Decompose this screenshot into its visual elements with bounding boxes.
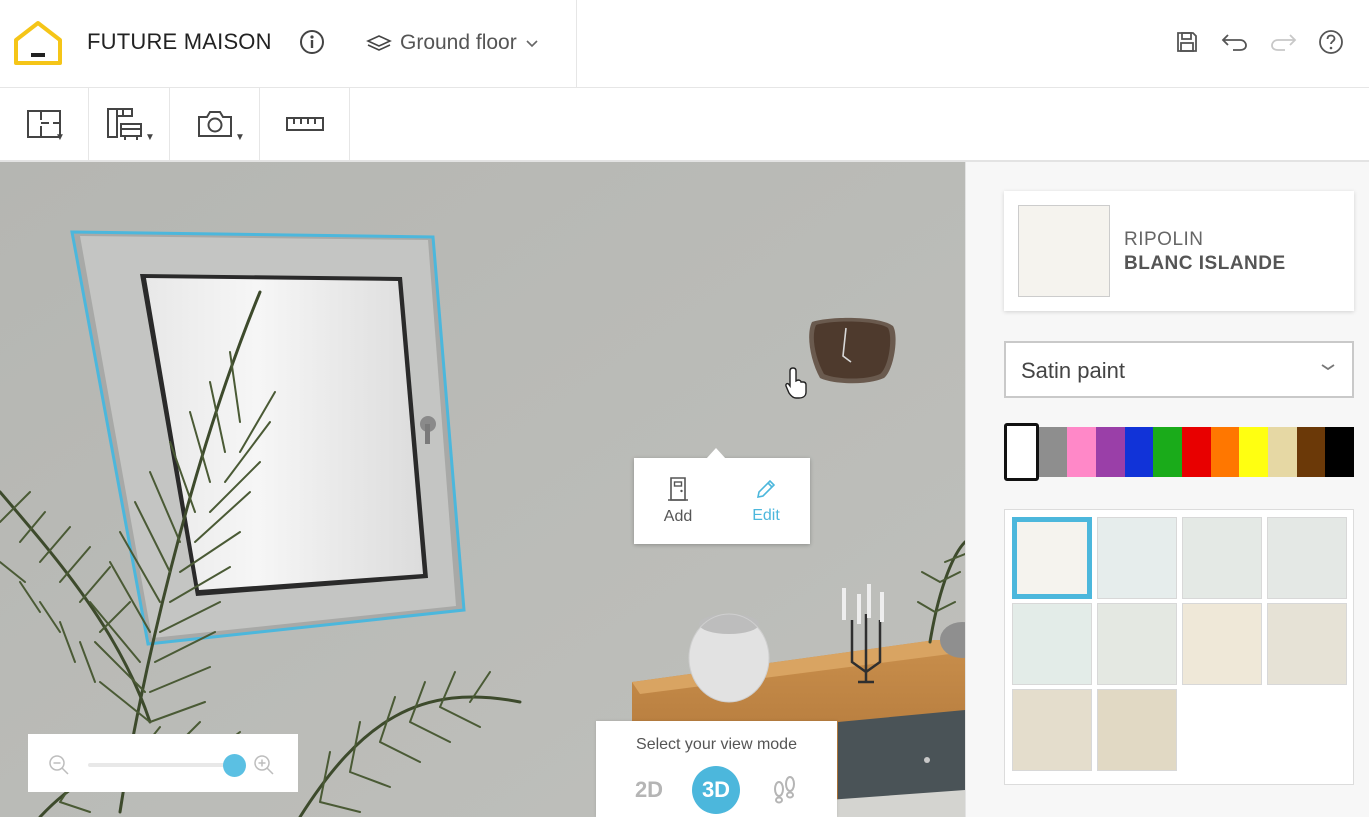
paint-shade-swatch[interactable]: [1097, 689, 1177, 771]
selected-paint-card: RIPOLIN BLANC ISLANDE: [1004, 191, 1354, 311]
paint-shade-swatch[interactable]: [1182, 517, 1262, 599]
paint-shade-swatch[interactable]: [1012, 689, 1092, 771]
color-family-swatch[interactable]: [1182, 427, 1211, 477]
undo-icon: [1221, 34, 1247, 51]
add-door-button[interactable]: Add: [634, 458, 722, 544]
project-title[interactable]: FUTURE MAISON: [87, 29, 272, 55]
view-mode-2d-button[interactable]: 2D: [625, 766, 673, 814]
color-family-swatch[interactable]: [1067, 427, 1097, 477]
view-mode-walk-button[interactable]: [760, 766, 808, 814]
color-family-swatch[interactable]: [1239, 427, 1269, 477]
color-family-swatch[interactable]: [1096, 427, 1125, 477]
caret-down-icon: ▼: [235, 132, 245, 143]
chevron-down-icon: [1321, 364, 1335, 371]
ruler-icon: [285, 117, 324, 131]
paint-shade-swatch[interactable]: [1267, 517, 1347, 599]
color-family-swatch[interactable]: [1296, 427, 1326, 477]
door-icon: [668, 477, 688, 501]
floor-label: Ground floor: [400, 31, 517, 54]
layers-icon: [366, 35, 392, 51]
home-logo-icon[interactable]: [12, 20, 64, 66]
shade-grid: [1004, 509, 1354, 785]
caret-down-icon: ▼: [55, 132, 65, 143]
view-mode-3d-button[interactable]: 3D: [692, 766, 740, 814]
footprints-icon: [774, 776, 795, 804]
color-family-swatch[interactable]: [1038, 427, 1068, 477]
paint-shade-swatch[interactable]: [1097, 603, 1177, 685]
caret-down-icon: ▼: [145, 132, 155, 143]
hand-cursor-icon: [785, 367, 807, 399]
color-family-swatch[interactable]: [1124, 427, 1154, 477]
paint-shade-swatch[interactable]: [1097, 517, 1177, 599]
chevron-down-icon: [526, 40, 538, 48]
camera-icon: [197, 111, 232, 137]
redo-icon: [1271, 34, 1297, 51]
zoom-slider-handle[interactable]: [222, 754, 246, 777]
help-button[interactable]: [1316, 27, 1346, 57]
paint-finish-value: Satin paint: [1021, 358, 1125, 383]
color-family-swatch[interactable]: [1268, 427, 1297, 477]
paint-shade-swatch[interactable]: [1012, 603, 1092, 685]
furniture-icon: [106, 108, 142, 140]
zoom-out-icon[interactable]: [48, 754, 70, 776]
object-context-menu: Add Edit: [634, 448, 810, 544]
color-family-swatch[interactable]: [1004, 423, 1039, 481]
color-family-swatch[interactable]: [1153, 427, 1183, 477]
save-button[interactable]: [1172, 27, 1202, 57]
pencil-icon: [756, 479, 776, 499]
zoom-slider-track[interactable]: [88, 763, 234, 767]
edit-label: Edit: [752, 507, 780, 524]
paint-color-name: BLANC ISLANDE: [1124, 253, 1286, 274]
help-icon: [1319, 30, 1343, 54]
edit-button[interactable]: Edit: [722, 458, 810, 544]
add-label: Add: [663, 508, 693, 525]
toolbar: ▼ ▼ ▼: [0, 88, 1369, 162]
header-divider: [576, 0, 577, 88]
color-family-swatch[interactable]: [1325, 427, 1355, 477]
paint-panel: RIPOLIN BLANC ISLANDE Satin paint: [965, 162, 1369, 817]
undo-button[interactable]: [1220, 27, 1250, 57]
measure-tool-button[interactable]: [260, 88, 350, 160]
view-mode-title: Select your view mode: [636, 736, 797, 753]
redo-button[interactable]: [1268, 27, 1298, 57]
app: FUTURE MAISON Ground floor ▼ ▼ ▼ Add Edi…: [0, 0, 1369, 817]
paint-shade-swatch[interactable]: [1182, 603, 1262, 685]
scene-render: [0, 162, 965, 817]
color-family-swatch[interactable]: [1210, 427, 1240, 477]
furniture-tool-button[interactable]: ▼: [80, 88, 170, 160]
save-icon: [1177, 32, 1197, 52]
info-icon[interactable]: [299, 29, 325, 55]
color-family-strip: [1004, 423, 1355, 481]
zoom-in-icon[interactable]: [253, 754, 275, 776]
paint-finish-select[interactable]: Satin paint: [1004, 341, 1354, 398]
paint-brand: RIPOLIN: [1124, 229, 1204, 250]
floor-selector[interactable]: Ground floor: [366, 28, 539, 58]
zoom-control: [28, 734, 298, 792]
camera-tool-button[interactable]: ▼: [170, 88, 260, 160]
paint-shade-swatch[interactable]: [1267, 603, 1347, 685]
selected-paint-swatch: [1018, 205, 1110, 297]
header: FUTURE MAISON Ground floor: [0, 0, 1369, 88]
3d-viewport[interactable]: Add Edit Select your view mode 2D 3D: [0, 162, 965, 817]
floorplan-tool-button[interactable]: ▼: [0, 88, 89, 160]
paint-shade-swatch[interactable]: [1012, 517, 1092, 599]
